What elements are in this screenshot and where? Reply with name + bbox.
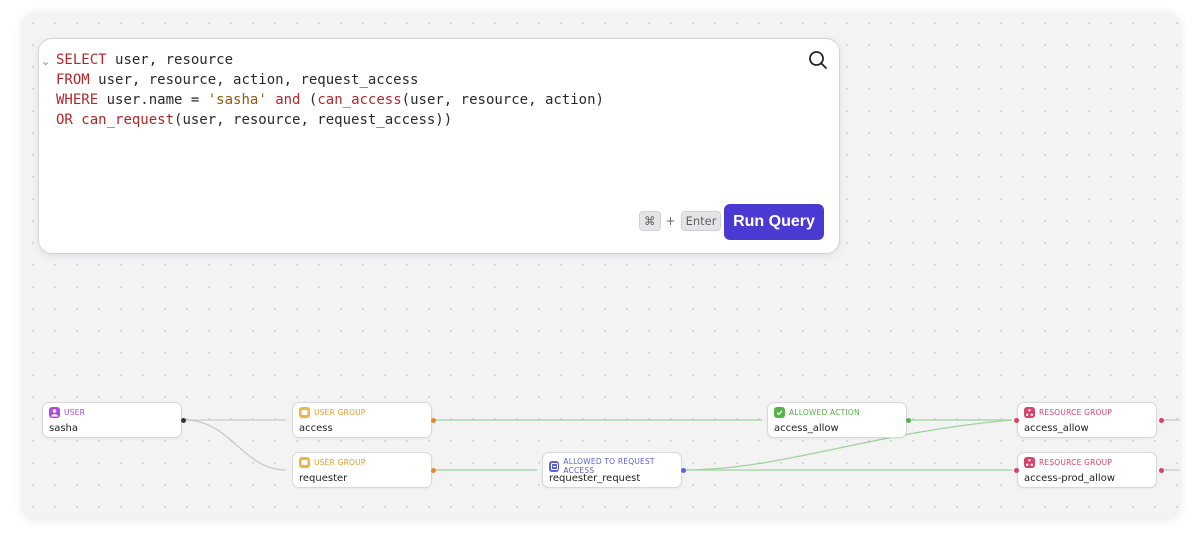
port-dot[interactable] [431, 467, 436, 473]
user-group-icon [299, 457, 310, 468]
edge-sasha-requester [183, 419, 287, 471]
graph-edges [183, 419, 1180, 471]
node-user-group-access[interactable]: USER GROUP access [292, 402, 432, 438]
node-type: USER [49, 407, 85, 418]
port-dot[interactable] [1159, 467, 1164, 473]
port-dot[interactable] [1014, 417, 1019, 423]
node-allowed-action[interactable]: ALLOWED ACTION access_allow [767, 402, 907, 438]
node-type-label: USER GROUP [314, 408, 366, 417]
node-name: requester [299, 473, 348, 484]
node-type: ALLOWED ACTION [774, 407, 860, 418]
port-dot[interactable] [1014, 467, 1019, 473]
check-icon [774, 407, 785, 418]
user-group-icon [299, 407, 310, 418]
node-user-sasha[interactable]: USER sasha [42, 402, 182, 438]
node-type-label: USER [64, 408, 86, 417]
node-user-group-requester[interactable]: USER GROUP requester [292, 452, 432, 488]
node-type-label: ALLOWED ACTION [789, 408, 860, 417]
node-name: requester_request [549, 473, 641, 484]
node-resource-group-access-allow[interactable]: RESOURCE GROUP access_allow [1017, 402, 1157, 438]
node-type: RESOURCE GROUP [1024, 407, 1112, 418]
port-dot[interactable] [681, 467, 686, 473]
node-allowed-to-request-access[interactable]: ALLOWED TO REQUEST ACCESS requester_requ… [542, 452, 682, 488]
node-type: USER GROUP [299, 407, 366, 418]
node-resource-group-access-prod-allow[interactable]: RESOURCE GROUP access-prod_allow [1017, 452, 1157, 488]
node-name: access [299, 423, 333, 434]
port-dot[interactable] [431, 417, 436, 423]
resource-group-icon [1024, 407, 1035, 418]
user-icon [49, 407, 60, 418]
port-dot[interactable] [1159, 417, 1164, 423]
port-dot[interactable] [906, 417, 911, 423]
resource-group-icon [1024, 457, 1035, 468]
node-type-label: RESOURCE GROUP [1039, 408, 1113, 417]
node-type: RESOURCE GROUP [1024, 457, 1112, 468]
node-name: sasha [49, 423, 79, 434]
node-name: access_allow [1024, 423, 1089, 434]
node-type-label: RESOURCE GROUP [1039, 458, 1113, 467]
node-type: USER GROUP [299, 457, 366, 468]
graph-canvas[interactable]: ⌄ SELECT user, resource FROM user, resou… [22, 12, 1180, 518]
node-name: access_allow [774, 423, 839, 434]
request-access-icon [549, 460, 560, 472]
node-name: access-prod_allow [1024, 473, 1115, 484]
port-dot[interactable] [181, 417, 186, 423]
node-type-label: USER GROUP [314, 458, 366, 467]
